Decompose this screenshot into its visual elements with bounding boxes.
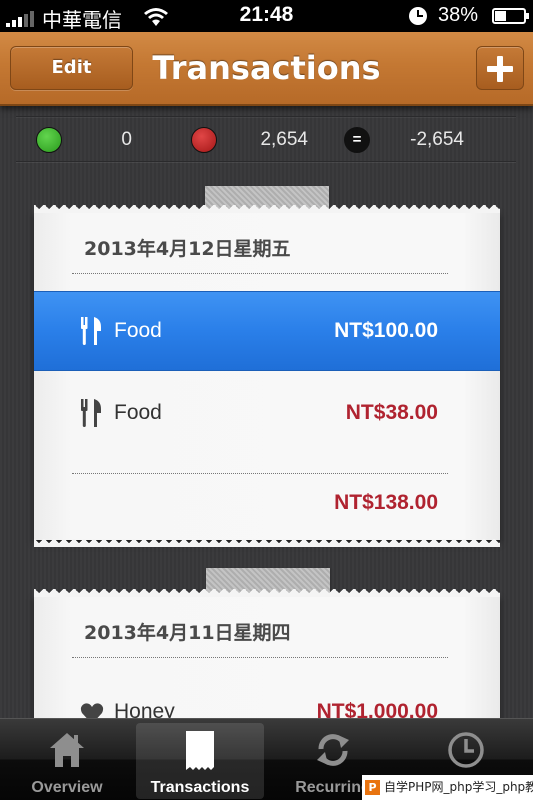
recurring-arrows-icon [317,734,349,766]
expense-total: 2,654 [260,129,308,150]
day-date: 2013年4月12日星期五 [84,238,291,260]
transaction-category: Food [114,319,162,342]
divider [72,273,448,274]
day-total: NT$138.00 [334,491,438,514]
transaction-row[interactable]: Food NT$38.00 [34,374,500,454]
fork-knife-icon [81,317,101,345]
day-date: 2013年4月11日星期四 [84,622,291,644]
day-card: 2013年4月12日星期五 Food NT$100.00 Food NT$38.… [34,205,500,547]
transaction-amount: NT$38.00 [345,401,438,424]
receipt-icon [186,731,214,770]
watermark-text: 自学PHP网_php学习_php教 [384,780,533,794]
status-bar: 中華電信 21:48 38% [0,0,533,32]
tab-label: Overview [31,779,103,796]
divider [72,657,448,658]
transaction-amount: NT$100.00 [334,319,438,342]
day-card: 2013年4月11日星期四 Honey NT$1,000.00 [34,589,500,736]
battery-icon [492,8,529,24]
add-transaction-button[interactable] [476,46,524,90]
divider [72,473,448,474]
watermark: P 自学PHP网_php学习_php教 [362,775,533,800]
battery-fill [495,11,506,21]
fork-knife-icon [81,399,101,427]
summary-bar: 0 2,654 = -2,654 [16,116,516,162]
expense-indicator-icon [191,127,217,153]
equals-icon: = [344,127,370,153]
house-icon [50,733,84,767]
alarm-clock-icon [409,7,427,25]
income-total: 0 [121,129,132,150]
clock-icon [448,732,484,768]
transaction-category: Food [114,401,162,424]
tab-label: Transactions [150,779,250,796]
page-title: Transactions [152,49,381,87]
watermark-logo: P [365,780,380,795]
balance-total: -2,654 [410,129,464,150]
tab-transactions[interactable]: Transactions [136,723,264,799]
income-indicator-icon [36,127,62,153]
tab-overview[interactable]: Overview [3,723,131,799]
battery-percentage: 38% [438,4,479,26]
navigation-bar: Edit Transactions [0,32,533,106]
transaction-row[interactable]: Food NT$100.00 [34,291,500,371]
